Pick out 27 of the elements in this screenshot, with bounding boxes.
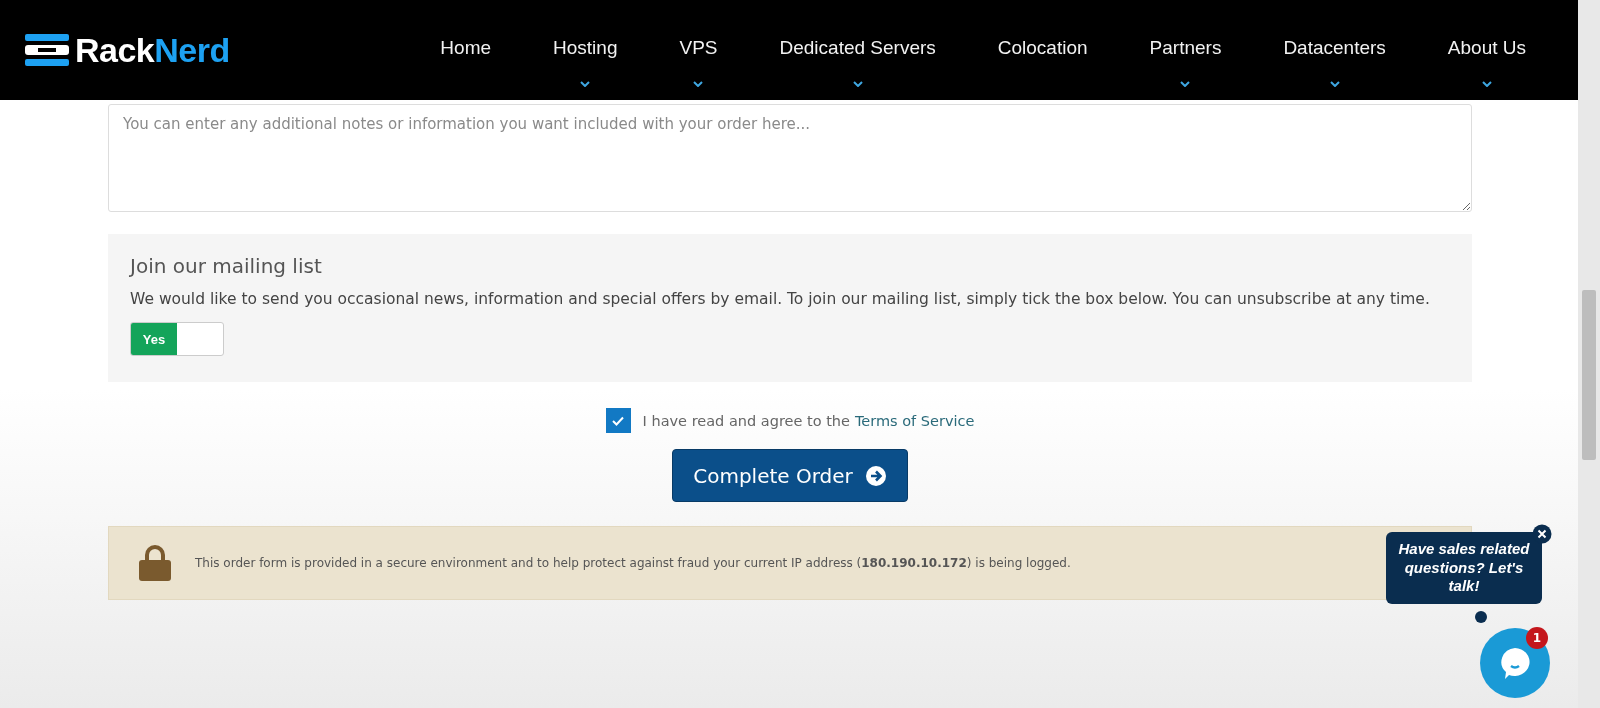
nav-link[interactable]: Colocation [997, 37, 1088, 59]
nav-link[interactable]: Hosting [553, 37, 618, 59]
complete-order-button[interactable]: Complete Order [672, 449, 908, 502]
terms-of-service-link[interactable]: Terms of Service [854, 412, 975, 429]
server-stack-icon[interactable] [25, 34, 69, 66]
chat-prompt-text: Have sales related questions? Let's talk! [1397, 539, 1531, 597]
scrollbar[interactable] [1578, 0, 1600, 708]
padlock-icon [139, 545, 171, 581]
check-icon [611, 414, 626, 427]
notification-badge: 1 [1526, 627, 1548, 649]
mailing-list-description: We would like to send you occasional news, information and special offers by email. To join our mailing list, simply tick the box below. You can unsubscribe at any time. [130, 290, 1431, 308]
secure-notice-text: This order form is provided in a secure environment and to help protect against fraud your current IP address (180.190.10.172) is being logged. [195, 556, 1071, 570]
mailing-list-title: Join our mailing list [130, 254, 323, 278]
nav-link[interactable]: Partners [1149, 37, 1222, 59]
nav-link[interactable]: VPS [679, 37, 718, 59]
logo-wordmark[interactable]: RackNerd [75, 30, 230, 70]
close-icon[interactable] [1532, 524, 1552, 544]
nav-link[interactable]: Datacenters [1283, 37, 1386, 59]
notes-textarea[interactable]: You can enter any additional notes or information you want included with your order here... [108, 104, 1472, 212]
terms-label: I have read and agree to the [642, 412, 850, 429]
chat-prompt-bubble[interactable]: Have sales related questions? Let's talk! [1386, 532, 1542, 604]
terms-checkbox[interactable] [605, 408, 631, 433]
nav-link[interactable]: About Us [1447, 37, 1526, 59]
nav-link[interactable]: Home [440, 37, 492, 59]
arrow-right-circle-icon [864, 464, 887, 487]
nav-link[interactable]: Dedicated Servers [779, 37, 936, 59]
bubble-tail-dot [1475, 611, 1487, 623]
